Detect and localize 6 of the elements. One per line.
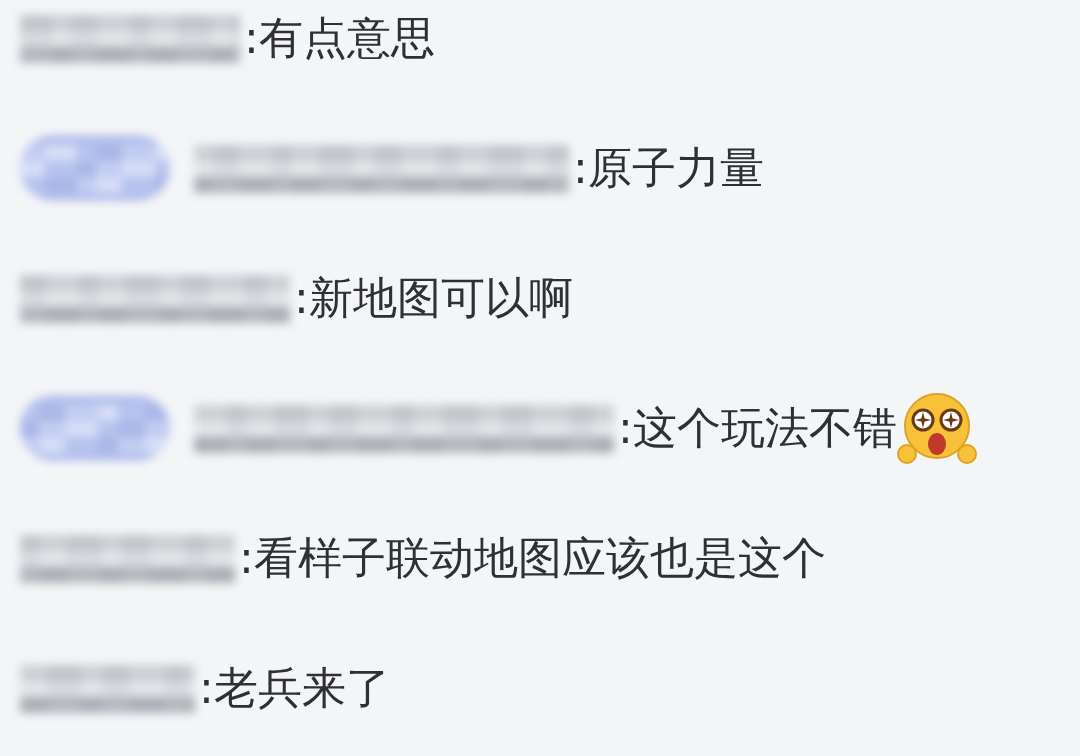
comment-text: :老兵来了	[199, 660, 390, 715]
comment-text: :原子力量	[573, 140, 764, 195]
comment-text: :有点意思	[244, 10, 435, 65]
comment-text: :新地图可以啊	[294, 270, 573, 325]
comment-text: :看样子联动地图应该也是这个	[239, 530, 826, 585]
comment-text: :这个玩法不错	[618, 400, 897, 455]
